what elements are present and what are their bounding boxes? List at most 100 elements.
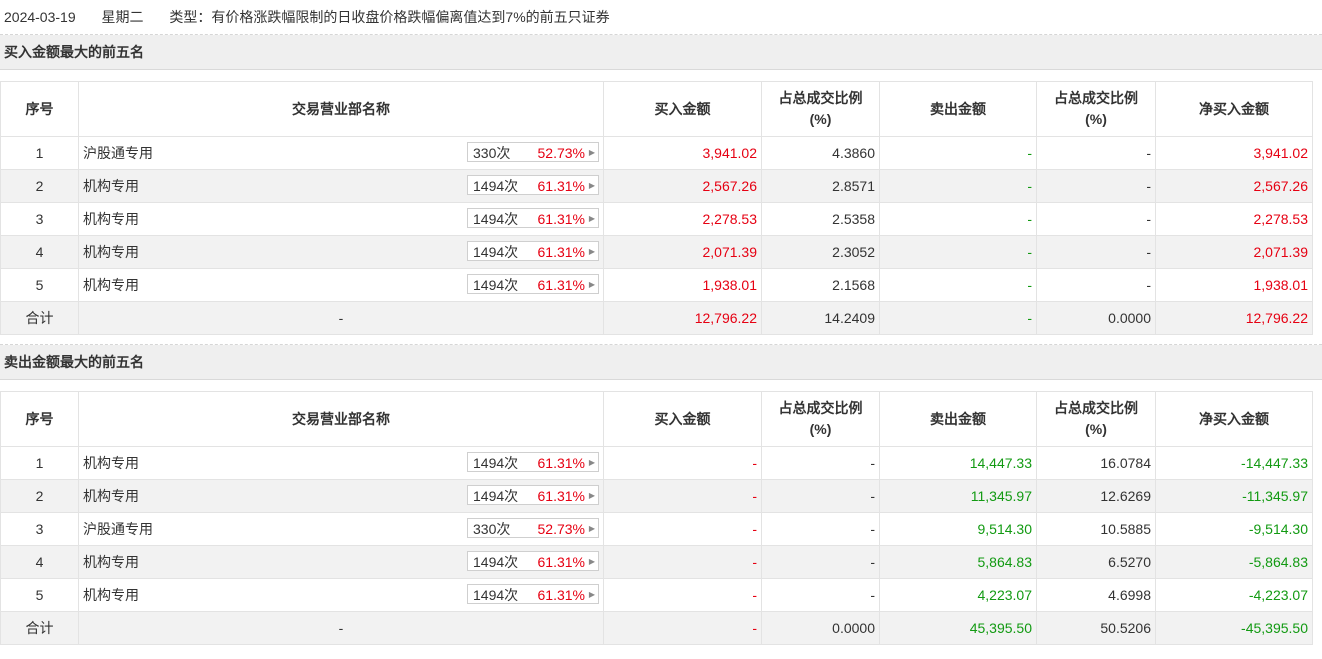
row-index: 3 [0, 202, 79, 236]
caret-right-icon: ▶ [588, 247, 595, 256]
seat-stats-button[interactable]: 330次 52.73% ▶ [467, 518, 599, 538]
seat-name-cell: 机构专用 1494次 61.31% ▶ [78, 235, 604, 269]
row-index: 2 [0, 169, 79, 203]
seat-win-rate: 61.31% [537, 211, 585, 227]
seat-win-rate: 61.31% [537, 244, 585, 260]
col-buy: 买入金额 [603, 81, 762, 137]
caret-right-icon: ▶ [588, 524, 595, 533]
col-sell-ratio: 占总成交比例 (%) [1036, 391, 1156, 447]
seat-name[interactable]: 机构专用 [83, 587, 139, 603]
seat-win-rate: 52.73% [537, 521, 585, 537]
caret-right-icon: ▶ [588, 491, 595, 500]
seat-count: 1494次 [473, 587, 519, 603]
seat-count: 330次 [473, 145, 511, 161]
buy-table-header: 序号 交易营业部名称 买入金额 占总成交比例 (%) 卖出金额 占总成交比例 (%)… [0, 81, 1313, 137]
net-amount: -4,223.07 [1155, 578, 1313, 612]
total-net: -45,395.50 [1155, 611, 1313, 645]
seat-name[interactable]: 机构专用 [83, 244, 139, 260]
buy-amount: 2,071.39 [603, 235, 762, 269]
total-name: - [78, 301, 604, 335]
sell-amount: 4,223.07 [879, 578, 1037, 612]
net-amount: -11,345.97 [1155, 479, 1313, 513]
caret-right-icon: ▶ [588, 458, 595, 467]
sell-amount: - [879, 169, 1037, 203]
seat-name[interactable]: 机构专用 [83, 455, 139, 471]
total-label: 合计 [0, 301, 79, 335]
seat-name-cell: 沪股通专用 330次 52.73% ▶ [78, 512, 604, 546]
sell-ratio: - [1036, 136, 1156, 170]
table-row: 1 机构专用 1494次 61.31% ▶ - -14,447.33 16.0784 -14,4… [0, 446, 1313, 480]
row-index: 1 [0, 446, 79, 480]
seat-stats-button[interactable]: 1494次 61.31% ▶ [467, 485, 599, 505]
sell-amount: 14,447.33 [879, 446, 1037, 480]
table-row: 3 机构专用 1494次 61.31% ▶ 2,278.53 2.5358- -2,278.5… [0, 202, 1313, 236]
seat-stats-button[interactable]: 330次 52.73% ▶ [467, 142, 599, 162]
seat-count: 1494次 [473, 554, 519, 570]
seat-win-rate: 61.31% [537, 488, 585, 504]
sell-amount: - [879, 268, 1037, 302]
seat-stats-button[interactable]: 1494次 61.31% ▶ [467, 208, 599, 228]
caret-right-icon: ▶ [588, 148, 595, 157]
sell-amount: - [879, 235, 1037, 269]
buy-ratio: - [761, 512, 880, 546]
seat-count: 1494次 [473, 455, 519, 471]
total-net: 12,796.22 [1155, 301, 1313, 335]
row-index: 4 [0, 545, 79, 579]
col-sell-ratio: 占总成交比例 (%) [1036, 81, 1156, 137]
sell-table-header: 序号 交易营业部名称 买入金额 占总成交比例 (%) 卖出金额 占总成交比例 (%)… [0, 391, 1313, 447]
col-net: 净买入金额 [1155, 81, 1313, 137]
row-index: 2 [0, 479, 79, 513]
row-index: 5 [0, 578, 79, 612]
net-amount: 2,278.53 [1155, 202, 1313, 236]
col-buy-ratio: 占总成交比例 (%) [761, 391, 880, 447]
total-label: 合计 [0, 611, 79, 645]
caret-right-icon: ▶ [588, 181, 595, 190]
seat-stats-button[interactable]: 1494次 61.31% ▶ [467, 584, 599, 604]
row-index: 5 [0, 268, 79, 302]
buy-ratio: - [761, 545, 880, 579]
seat-count: 1494次 [473, 211, 519, 227]
total-sell-ratio: 0.0000 [1036, 301, 1156, 335]
caret-right-icon: ▶ [588, 214, 595, 223]
seat-name[interactable]: 机构专用 [83, 211, 139, 227]
col-sell: 卖出金额 [879, 81, 1037, 137]
seat-name[interactable]: 机构专用 [83, 554, 139, 570]
sell-ratio: 10.5885 [1036, 512, 1156, 546]
table-row: 4 机构专用 1494次 61.31% ▶ - -5,864.83 6.5270 -5,864.… [0, 545, 1313, 579]
row-index: 4 [0, 235, 79, 269]
col-buy-ratio: 占总成交比例 (%) [761, 81, 880, 137]
col-name: 交易营业部名称 [78, 391, 604, 447]
sell-amount: 5,864.83 [879, 545, 1037, 579]
seat-name-cell: 机构专用 1494次 61.31% ▶ [78, 479, 604, 513]
sell-amount: - [879, 136, 1037, 170]
buy-amount: - [603, 578, 762, 612]
buy-ratio: 2.8571 [761, 169, 880, 203]
seat-stats-button[interactable]: 1494次 61.31% ▶ [467, 452, 599, 472]
seat-stats-button[interactable]: 1494次 61.31% ▶ [467, 274, 599, 294]
total-buy: 12,796.22 [603, 301, 762, 335]
seat-name[interactable]: 沪股通专用 [83, 521, 153, 537]
total-row: 合计 -12,796.22 14.2409-0.0000 12,796.22 [0, 301, 1313, 335]
seat-count: 1494次 [473, 277, 519, 293]
seat-count: 1494次 [473, 244, 519, 260]
buy-ratio: - [761, 479, 880, 513]
seat-stats-button[interactable]: 1494次 61.31% ▶ [467, 175, 599, 195]
buy-table: 序号 交易营业部名称 买入金额 占总成交比例 (%) 卖出金额 占总成交比例 (%)… [0, 81, 1313, 335]
seat-name[interactable]: 沪股通专用 [83, 145, 153, 161]
seat-stats-button[interactable]: 1494次 61.31% ▶ [467, 551, 599, 571]
net-amount: -5,864.83 [1155, 545, 1313, 579]
table-row: 3 沪股通专用 330次 52.73% ▶ - -9,514.30 10.5885 -9,514… [0, 512, 1313, 546]
seat-name-cell: 沪股通专用 330次 52.73% ▶ [78, 136, 604, 170]
total-name: - [78, 611, 604, 645]
total-row: 合计 - -0.0000 45,395.50 50.5206 -45,395.50 [0, 611, 1313, 645]
buy-amount: 3,941.02 [603, 136, 762, 170]
col-idx: 序号 [0, 81, 79, 137]
seat-win-rate: 61.31% [537, 587, 585, 603]
report-date: 2024-03-19 [4, 9, 76, 25]
seat-name[interactable]: 机构专用 [83, 277, 139, 293]
seat-stats-button[interactable]: 1494次 61.31% ▶ [467, 241, 599, 261]
caret-right-icon: ▶ [588, 590, 595, 599]
sell-ratio: - [1036, 202, 1156, 236]
seat-name[interactable]: 机构专用 [83, 488, 139, 504]
seat-name[interactable]: 机构专用 [83, 178, 139, 194]
